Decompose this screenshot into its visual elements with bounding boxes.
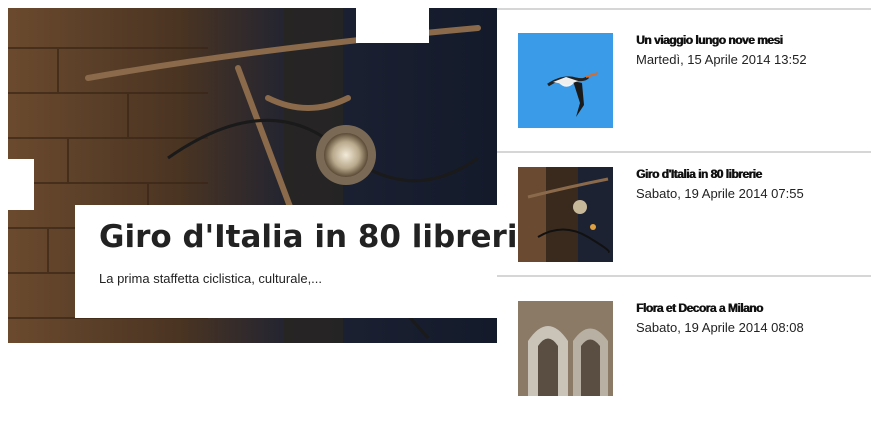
article-title[interactable]: Giro d'Italia in 80 librerie (636, 167, 762, 181)
hero-caption: Giro d'Italia in 80 librerie La prima st… (75, 205, 538, 318)
article-title[interactable]: Flora et Decora a Milano (636, 301, 763, 315)
hero-corner-tab (356, 8, 429, 43)
hero-side-tab (8, 159, 34, 210)
stork-image (518, 33, 613, 128)
article-title[interactable]: Un viaggio lungo nove mesi (636, 33, 783, 47)
article-item-3[interactable]: Flora et Decora a Milano Sabato, 19 Apri… (497, 277, 871, 429)
article-date: Sabato, 19 Aprile 2014 07:55 (636, 186, 804, 201)
article-thumbnail[interactable] (518, 167, 613, 262)
article-thumbnail[interactable] (518, 33, 613, 128)
building-image (518, 301, 613, 396)
hero-title[interactable]: Giro d'Italia in 80 librerie (99, 219, 538, 255)
article-date: Sabato, 19 Aprile 2014 08:08 (636, 320, 804, 335)
article-date: Martedì, 15 Aprile 2014 13:52 (636, 52, 807, 67)
bicycle-image (518, 167, 613, 262)
article-thumbnail[interactable] (518, 301, 613, 396)
hero-excerpt: La prima staffetta ciclistica, culturale… (99, 271, 323, 286)
article-item-1[interactable]: Un viaggio lungo nove mesi Martedì, 15 A… (497, 10, 871, 162)
